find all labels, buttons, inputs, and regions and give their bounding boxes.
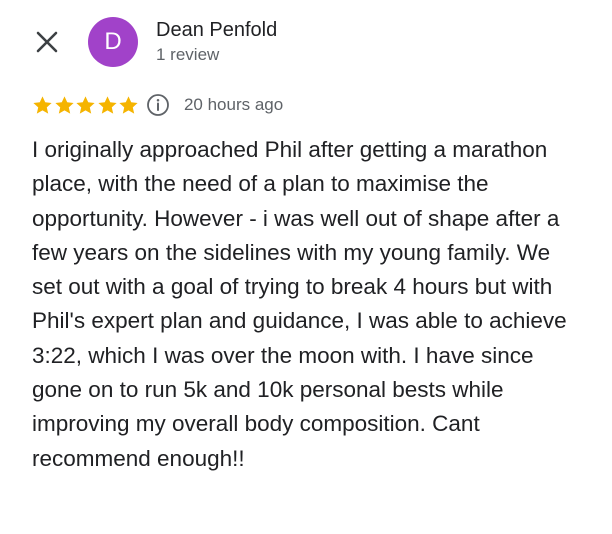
- star-icon: [119, 95, 138, 114]
- info-icon[interactable]: [146, 93, 170, 117]
- star-icon: [33, 95, 52, 114]
- review-text: I originally approached Phil after getti…: [32, 137, 567, 471]
- close-button[interactable]: [30, 25, 64, 59]
- star-icon: [54, 95, 74, 114]
- star-icon: [76, 95, 95, 114]
- review-time: 20 hours ago: [183, 95, 284, 114]
- star-icon: [98, 95, 117, 114]
- avatar[interactable]: D: [88, 17, 138, 67]
- author-review-count: 1 review: [156, 45, 220, 64]
- avatar-initial: D: [104, 28, 122, 55]
- close-icon[interactable]: [35, 30, 59, 54]
- rating-row: 20 hours ago: [32, 92, 283, 118]
- author-name[interactable]: Dean Penfold: [156, 19, 277, 42]
- star-rating: [32, 95, 140, 116]
